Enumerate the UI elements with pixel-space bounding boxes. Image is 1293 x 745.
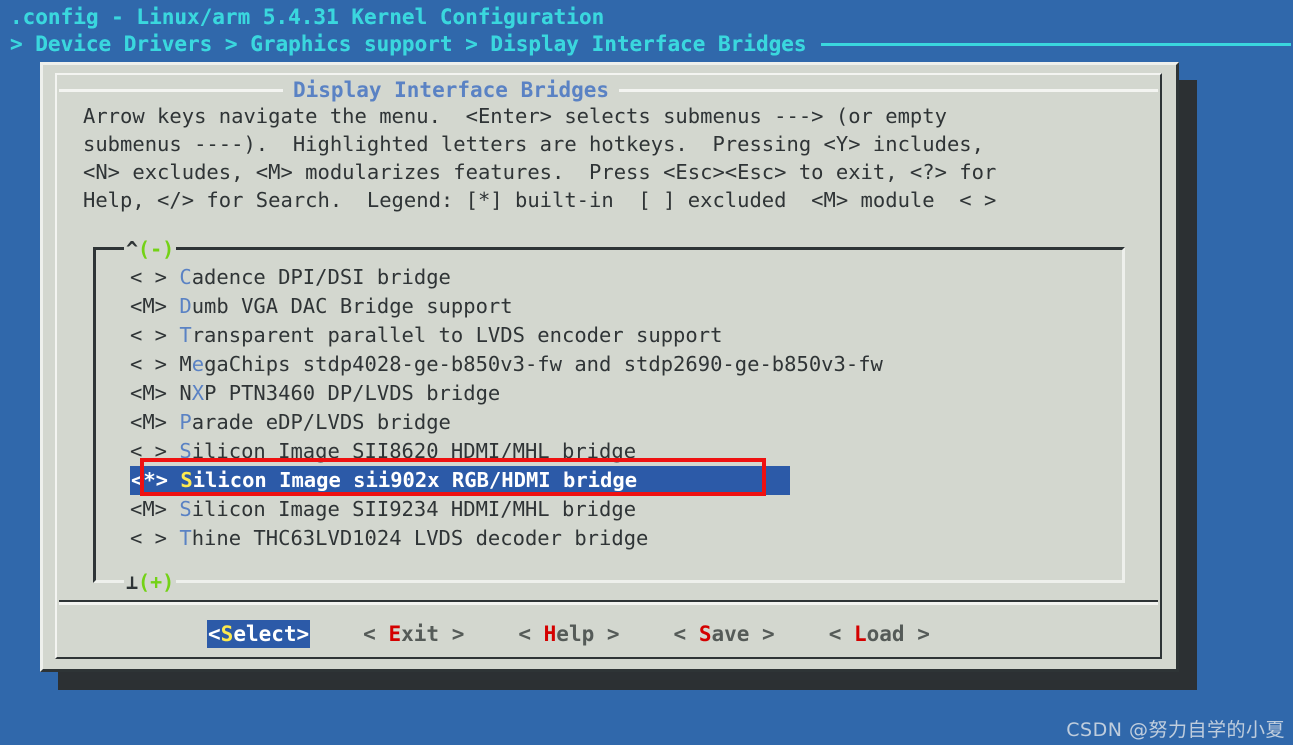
menu-item-state: <*> [131, 468, 181, 492]
menu-item[interactable]: < > Cadence DPI/DSI bridge [130, 263, 1110, 292]
menu-item-hotkey: D [179, 294, 192, 318]
watermark: CSDN @努力自学的小夏 [1066, 719, 1285, 741]
menu-item[interactable]: < > Thine THC63LVD1024 LVDS decoder brid… [130, 524, 1110, 553]
button-label: xit > [401, 622, 465, 646]
config-dialog: Display Interface Bridges Arrow keys nav… [40, 62, 1179, 672]
button-bracket-left: < [208, 622, 221, 646]
help-line: Help, </> for Search. Legend: [*] built-… [83, 188, 997, 212]
button-select[interactable]: <Select> [207, 620, 311, 648]
menu-item-hotkey: T [179, 526, 192, 550]
menu-item-state: < > [130, 265, 180, 289]
dialog-title: Display Interface Bridges [293, 78, 610, 102]
scroll-up-indicator: ^(-) [124, 237, 177, 261]
button-help[interactable]: < Help > [517, 620, 620, 648]
menu-item-label: hine THC63LVD1024 LVDS decoder bridge [191, 526, 649, 550]
menu-item-selected[interactable]: <*> Silicon Image sii902x RGB/HDMI bridg… [130, 466, 790, 495]
menu-item-state: < > [130, 352, 180, 376]
help-text: Arrow keys navigate the menu. <Enter> se… [83, 102, 1143, 214]
menu-item-hotkey: S [179, 439, 192, 463]
menu-items: < > Cadence DPI/DSI bridge <M> Dumb VGA D… [130, 263, 1110, 553]
button-label: elp > [556, 622, 620, 646]
button-separator [59, 600, 1158, 605]
button-bracket-left: < [673, 622, 699, 646]
breadcrumb-rule [820, 43, 1291, 46]
title-rule-right [619, 88, 1158, 92]
menu-item-hotkey: X [191, 381, 205, 405]
button-exit[interactable]: < Exit > [362, 620, 465, 648]
help-line: submenus ----). Highlighted letters are … [83, 132, 984, 156]
button-bracket-left: < [363, 622, 389, 646]
button-save[interactable]: < Save > [673, 620, 776, 648]
menu-item-hotkey: e [191, 352, 205, 376]
button-bar: <Select> < Exit > < Help > < Save > < Load > [57, 620, 1160, 648]
menu-item-state: <M> [130, 381, 180, 405]
button-hotkey: S [698, 622, 712, 646]
button-hotkey: E [388, 622, 402, 646]
menu-item-state: <M> [130, 294, 180, 318]
help-line: Arrow keys navigate the menu. <Enter> se… [83, 104, 947, 128]
title-rule-left [59, 88, 283, 92]
breadcrumb: > Device Drivers > Graphics support > Di… [10, 31, 1293, 58]
menu-item-state: <M> [130, 497, 180, 521]
button-label: elect> [233, 622, 310, 646]
dialog-inner-frame: Display Interface Bridges Arrow keys nav… [55, 73, 1162, 659]
terminal-screen: .config - Linux/arm 5.4.31 Kernel Config… [0, 0, 1293, 745]
button-bracket-left: < [518, 622, 544, 646]
menu-item-hotkey: T [179, 323, 192, 347]
menu-listbox[interactable]: ^(-) ⊥(+) < > Cadence DPI/DSI bridge <M> … [93, 239, 1125, 592]
menu-item-state: < > [130, 526, 180, 550]
menu-item-hotkey: S [180, 468, 193, 492]
window-title: .config - Linux/arm 5.4.31 Kernel Config… [10, 5, 605, 29]
menu-item-hotkey: S [179, 497, 192, 521]
menu-item-hotkey: P [179, 410, 192, 434]
menu-item[interactable]: < > MegaChips stdp4028-ge-b850v3-fw and … [130, 350, 1110, 379]
scroll-down-indicator: ⊥(+) [124, 570, 177, 594]
menu-item-state: <M> [130, 410, 180, 434]
menu-item-label: ilicon Image SII8620 HDMI/MHL bridge [191, 439, 637, 463]
menu-item-hotkey: C [179, 265, 192, 289]
menu-item-label: ransparent parallel to LVDS encoder supp… [191, 323, 723, 347]
button-bracket-left: < [828, 622, 854, 646]
menu-item[interactable]: <M> Dumb VGA DAC Bridge support [130, 292, 1110, 321]
menu-item-label: umb VGA DAC Bridge support [191, 294, 513, 318]
menu-item-label: P PTN3460 DP/LVDS bridge [204, 381, 501, 405]
menu-item-label: arade eDP/LVDS bridge [191, 410, 451, 434]
button-hotkey: H [543, 622, 557, 646]
menu-item[interactable]: < > Transparent parallel to LVDS encoder… [130, 321, 1110, 350]
button-hotkey: L [853, 622, 867, 646]
button-label: oad > [866, 622, 930, 646]
menu-item[interactable]: <M> Silicon Image SII9234 HDMI/MHL bridg… [130, 495, 1110, 524]
button-label: ave > [711, 622, 775, 646]
button-hotkey: S [220, 622, 234, 646]
menu-item-label: adence DPI/DSI bridge [191, 265, 451, 289]
dialog-titlebar: Display Interface Bridges [57, 77, 1160, 103]
menu-item-state: < > [130, 439, 180, 463]
menu-item-state: < > [130, 323, 180, 347]
menu-item[interactable]: <M> NXP PTN3460 DP/LVDS bridge [130, 379, 1110, 408]
breadcrumb-path: > Device Drivers > Graphics support > Di… [10, 32, 807, 56]
help-line: <N> excludes, <M> modularizes features. … [83, 160, 997, 184]
menu-item-label-pre: N [179, 381, 192, 405]
button-load[interactable]: < Load > [828, 620, 931, 648]
menu-item-label: ilicon Image sii902x RGB/HDMI bridge [192, 468, 638, 492]
menu-item-label: gaChips stdp4028-ge-b850v3-fw and stdp26… [204, 352, 883, 376]
header: .config - Linux/arm 5.4.31 Kernel Config… [0, 0, 1293, 62]
menu-item[interactable]: <M> Parade eDP/LVDS bridge [130, 408, 1110, 437]
menu-item-label-pre: M [179, 352, 192, 376]
menu-item-label: ilicon Image SII9234 HDMI/MHL bridge [191, 497, 637, 521]
menu-item[interactable]: < > Silicon Image SII8620 HDMI/MHL bridg… [130, 437, 1110, 466]
